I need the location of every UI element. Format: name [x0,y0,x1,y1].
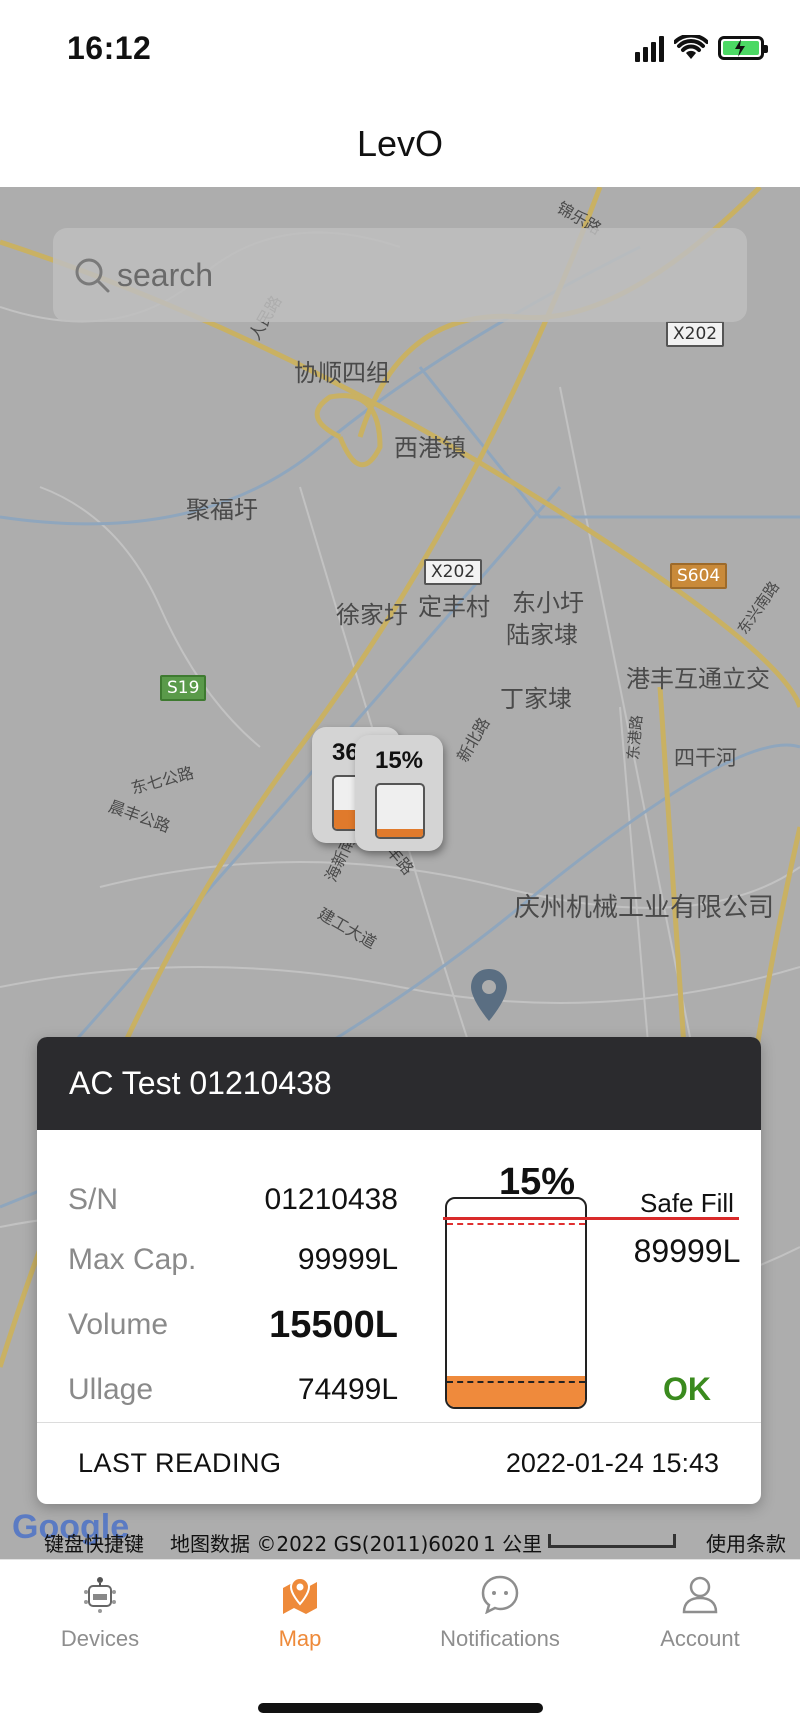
map-label: 协顺四组 [294,359,390,387]
map-scale-label: 1 公里 [483,1532,543,1556]
ullage-value: 74499L [297,1373,398,1406]
map-data-attribution[interactable]: 地图数据 ©2022 GS(2011)6020 [170,1528,479,1557]
card-divider [37,1422,761,1423]
map-label: 丁家埭 [500,685,572,713]
road-sign: X202 [666,321,725,347]
level-dashed-line [447,1381,585,1383]
status-icons [635,34,768,62]
levo-device-icon [84,1577,116,1613]
cellular-signal-icon [635,34,664,62]
map-label: 定丰村 [418,593,490,621]
status-time: 16:12 [67,30,152,66]
map-label: 徐家圩 [336,601,408,629]
marker-percent: 15% [374,747,424,774]
page-title: LevO [356,123,444,164]
road-sign: S19 [160,675,207,701]
battery-icon [718,36,768,60]
map-label: 港丰互通立交 [626,665,770,693]
tab-devices[interactable]: Devices [0,1560,200,1670]
tab-notifications[interactable]: Notifications [400,1560,600,1670]
tab-label: Map [278,1626,322,1651]
map-pin-icon [471,969,507,1021]
map-label: 东港路 [624,714,646,761]
max-cap-value: 99999L [297,1243,398,1276]
tab-label: Notifications [440,1626,560,1651]
chat-bubble-icon [481,1575,519,1614]
last-reading-value: 2022-01-24 15:43 [505,1448,719,1478]
max-cap-label: Max Cap. [68,1243,197,1276]
map-label: 聚福圩 [186,496,258,524]
map-label: 东小圩 [512,589,584,617]
marker-tank [375,783,425,839]
wifi-icon [674,35,708,59]
sn-label: S/N [68,1183,119,1216]
tank-gauge [445,1197,587,1409]
safe-fill-value: 89999L [633,1233,741,1269]
volume-value: 15500L [269,1304,398,1346]
map-label: 四干河 [674,746,737,770]
road-sign: X202 [424,559,483,585]
sn-value: 01210438 [264,1183,398,1216]
search-icon [75,258,110,293]
status-bar: 16:12 [0,0,800,100]
device-info-card[interactable]: AC Test 01210438 S/N 01210438 Max Cap. 9… [37,1037,761,1504]
marker-tank-fill [377,829,423,837]
last-reading-label: LAST READING [78,1448,282,1478]
keyboard-shortcuts-link[interactable]: 键盘快捷键 [44,1528,144,1557]
volume-label: Volume [68,1308,169,1341]
ullage-label: Ullage [68,1373,154,1406]
terms-link[interactable]: 使用条款 [706,1528,786,1557]
map-label: 庆州机械工业有限公司 [514,893,775,923]
tab-map[interactable]: Map [200,1560,400,1670]
safe-fill-label: Safe Fill [640,1188,734,1218]
tab-label: Account [660,1626,740,1651]
safe-fill-dashed-line [447,1223,585,1225]
road-sign: S604 [670,563,728,589]
tab-account[interactable]: Account [600,1560,800,1670]
search-bar[interactable] [53,228,747,322]
person-icon [682,1576,718,1614]
search-input[interactable] [117,228,717,322]
nav-header: LevO [0,100,800,187]
map-label: 西港镇 [394,434,466,462]
home-indicator [258,1703,543,1713]
map-scale-bar [548,1534,676,1548]
map-pin-icon [283,1576,317,1614]
map-label: 陆家埭 [506,621,578,649]
tab-label: Devices [60,1626,140,1651]
tank-marker[interactable]: 15% [355,735,443,851]
status-badge: OK [663,1371,711,1407]
card-title: AC Test 01210438 [37,1037,761,1130]
